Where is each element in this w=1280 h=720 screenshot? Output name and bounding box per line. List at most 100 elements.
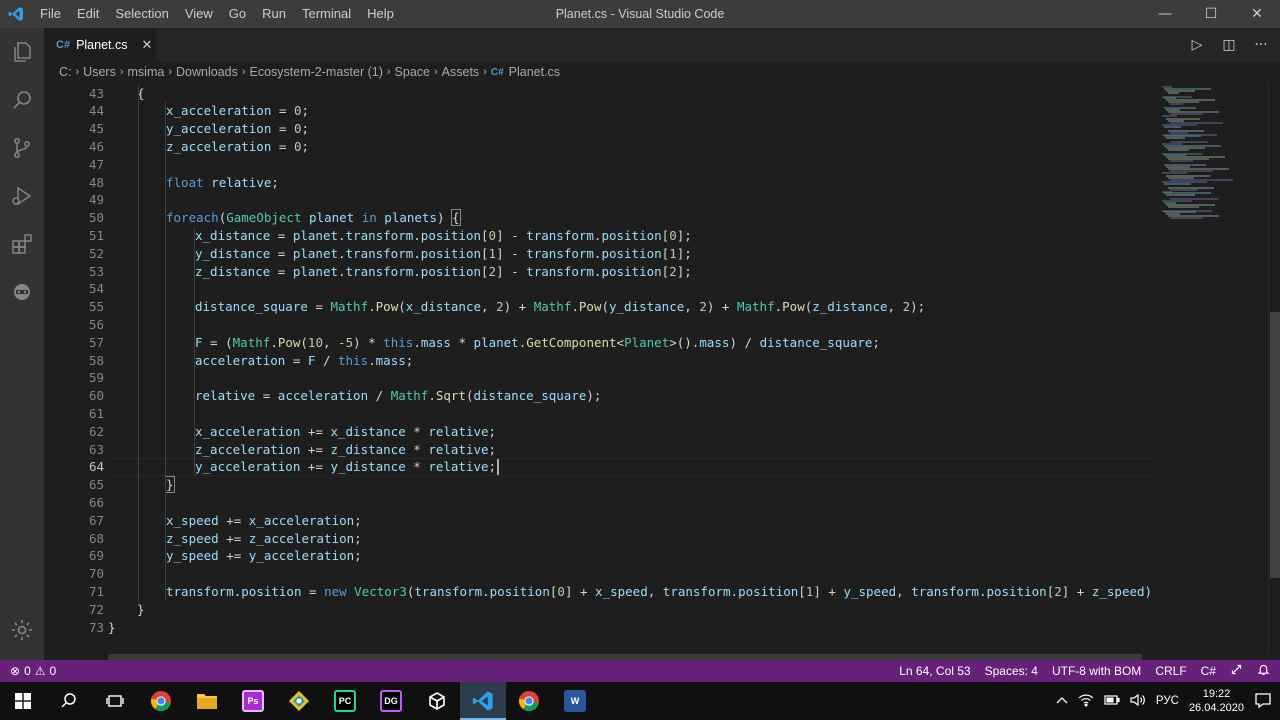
code-line[interactable]: y_acceleration += y_distance * relative; (195, 458, 496, 476)
window-controls: — ☐ ✕ (1142, 0, 1280, 28)
menu-view[interactable]: View (177, 0, 221, 28)
indent-guide (165, 102, 166, 601)
gear-icon[interactable] (0, 606, 44, 654)
code-token: x_acceleration (248, 512, 355, 528)
taskbar-gitkraken-icon[interactable] (276, 682, 322, 720)
breadcrumb-item[interactable]: Planet.cs (509, 65, 560, 79)
menu-selection[interactable]: Selection (107, 0, 176, 28)
tab-close-icon[interactable]: ✕ (141, 37, 152, 53)
taskbar-folder-icon[interactable] (184, 682, 230, 720)
indentation[interactable]: Spaces: 4 (985, 664, 1038, 678)
code-line[interactable]: y_distance = planet.transform.position[1… (195, 245, 692, 263)
tab-planet-cs[interactable]: C# Planet.cs ✕ (44, 28, 156, 62)
code-line[interactable]: acceleration = F / this.mass; (195, 352, 413, 370)
breadcrumb-item[interactable]: Space (395, 65, 430, 79)
breadcrumb-item[interactable]: C: (59, 65, 72, 79)
code-line[interactable]: } (137, 601, 145, 619)
minimize-button[interactable]: — (1142, 0, 1188, 28)
language-mode[interactable]: C# (1201, 664, 1216, 678)
code-line[interactable]: F = (Mathf.Pow(10, -5) * this.mass * pla… (195, 334, 880, 352)
taskbar-datagrip-icon[interactable]: DG (368, 682, 414, 720)
code-line[interactable]: z_acceleration = 0; (166, 138, 309, 156)
taskbar-word-icon[interactable]: W (552, 682, 598, 720)
code-line[interactable]: x_acceleration = 0; (166, 102, 309, 120)
problems-indicator[interactable]: ⊗ 0 ⚠ 0 (0, 664, 56, 678)
code-line[interactable]: distance_square = Mathf.Pow(x_distance, … (195, 298, 925, 316)
code-line[interactable]: x_acceleration += x_distance * relative; (195, 423, 496, 441)
battery-icon[interactable] (1104, 694, 1120, 709)
code-line[interactable]: } (108, 619, 116, 637)
code-area[interactable]: {x_acceleration = 0; y_acceleration = 0; z… (108, 84, 1154, 654)
end-of-line[interactable]: CRLF (1155, 664, 1186, 678)
code-line[interactable]: relative = acceleration / Mathf.Sqrt(dis… (195, 387, 601, 405)
taskbar-pycharm-icon[interactable]: PC (322, 682, 368, 720)
indent-guide (138, 84, 139, 601)
menu-go[interactable]: Go (221, 0, 254, 28)
windows-start-icon[interactable] (0, 682, 46, 720)
code-line[interactable]: y_speed += y_acceleration; (166, 547, 362, 565)
breadcrumb-item[interactable]: Assets (442, 65, 480, 79)
explorer-icon[interactable] (0, 28, 44, 76)
run-debug-icon[interactable] (0, 172, 44, 220)
breadcrumb-item[interactable]: Ecosystem-2-master (1) (250, 65, 383, 79)
code-token: transform (345, 227, 414, 243)
wifi-icon[interactable] (1078, 693, 1094, 710)
scrollbar-thumb[interactable] (1270, 312, 1280, 578)
line-number: 60 (88, 388, 104, 404)
code-token: distance_square (759, 334, 873, 350)
code-editor[interactable]: 43 44 45 46 47 48 49 50 51 52 53 54 55 56 57 58 59 60 61 62… (44, 84, 1154, 654)
split-editor-icon[interactable]: ◫ (1220, 36, 1238, 54)
code-token: ] - (496, 227, 527, 243)
run-icon[interactable]: ▷ (1188, 36, 1206, 54)
volume-icon[interactable] (1130, 693, 1146, 710)
menu-file[interactable]: File (32, 0, 69, 28)
line-number: 68 (88, 530, 104, 546)
taskbar-unity-icon[interactable] (414, 682, 460, 720)
code-line[interactable]: x_distance = planet.transform.position[0… (195, 227, 692, 245)
code-line[interactable]: } (165, 476, 175, 494)
code-line[interactable]: z_acceleration += z_distance * relative; (195, 441, 496, 459)
menu-edit[interactable]: Edit (69, 0, 107, 28)
action-center-icon[interactable] (1254, 692, 1272, 711)
code-line[interactable]: y_acceleration = 0; (166, 120, 309, 138)
vertical-scrollbar[interactable] (1268, 84, 1280, 654)
search-icon[interactable] (0, 76, 44, 124)
breadcrumb-separator: › (168, 66, 172, 78)
code-line[interactable]: z_distance = planet.transform.position[2… (195, 263, 692, 281)
input-language[interactable]: РУС (1156, 695, 1179, 707)
code-line[interactable]: x_speed += x_acceleration; (166, 512, 362, 530)
code-line[interactable]: float relative; (166, 174, 279, 192)
taskbar-photoshop-icon[interactable]: Ps (230, 682, 276, 720)
notifications-bell-icon[interactable] (1257, 663, 1270, 679)
cursor-position[interactable]: Ln 64, Col 53 (899, 664, 970, 678)
code-token: ) (436, 210, 453, 226)
remote-icon[interactable] (0, 268, 44, 316)
minimap[interactable] (1156, 84, 1268, 654)
breadcrumb-item[interactable]: Users (83, 65, 116, 79)
code-token: planet (292, 263, 338, 279)
code-line[interactable]: transform.position = new Vector3(transfo… (166, 583, 1154, 601)
editor-actions: ▷ ◫ ··· (1188, 28, 1270, 62)
menu-help[interactable]: Help (359, 0, 402, 28)
maximize-button[interactable]: ☐ (1188, 0, 1234, 28)
taskbar-chrome-icon[interactable] (138, 682, 184, 720)
breadcrumb-item[interactable]: Downloads (176, 65, 238, 79)
taskbar-search-icon[interactable] (46, 682, 92, 720)
menu-terminal[interactable]: Terminal (294, 0, 359, 28)
task-view-icon[interactable] (92, 682, 138, 720)
breadcrumb-item[interactable]: msima (128, 65, 165, 79)
extensions-icon[interactable] (0, 220, 44, 268)
code-line[interactable]: z_speed += z_acceleration; (166, 530, 362, 548)
tray-expand-icon[interactable] (1056, 695, 1068, 708)
encoding[interactable]: UTF-8 with BOM (1052, 664, 1141, 678)
line-number: 66 (88, 494, 104, 510)
taskbar-chrome-2-icon[interactable] (506, 682, 552, 720)
taskbar-vscode-icon[interactable] (460, 682, 506, 720)
more-actions-icon[interactable]: ··· (1252, 36, 1270, 54)
close-window-button[interactable]: ✕ (1234, 0, 1280, 28)
code-line[interactable]: foreach(GameObject planet in planets) { (166, 209, 461, 227)
source-control-icon[interactable] (0, 124, 44, 172)
clock[interactable]: 19:22 26.04.2020 (1189, 687, 1244, 715)
menu-run[interactable]: Run (254, 0, 294, 28)
feedback-icon[interactable] (1230, 663, 1243, 679)
